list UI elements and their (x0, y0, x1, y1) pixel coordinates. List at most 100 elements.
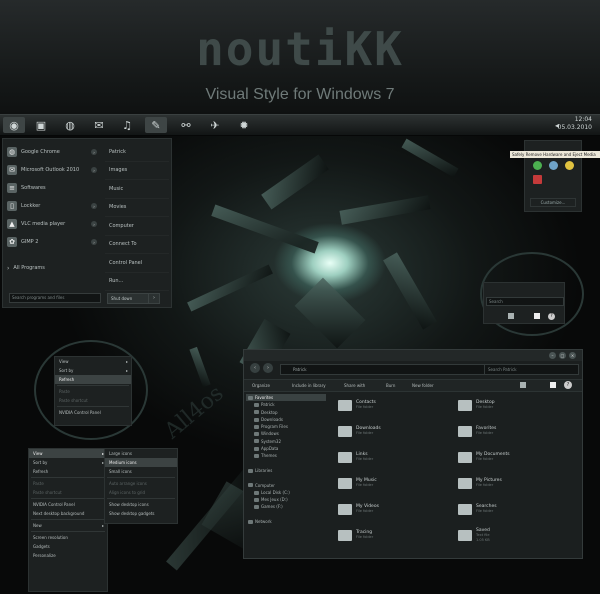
menu-item-new[interactable]: New ▸ (29, 521, 107, 530)
gear-icon[interactable]: ✹ (233, 117, 255, 133)
submenu-item[interactable]: Show desktop gadgets (105, 509, 177, 518)
file-item[interactable]: My Videos File folder (338, 502, 448, 516)
minimize-button[interactable]: – (549, 352, 556, 359)
nav-item[interactable]: AppData (246, 445, 326, 452)
help-icon[interactable]: ? (548, 313, 555, 320)
all-programs[interactable]: › All Programs (3, 259, 99, 277)
place-item[interactable]: Music (105, 180, 169, 199)
menu-item-view[interactable]: View ▸ (55, 357, 131, 366)
start-search-input[interactable]: Search programs and files (9, 293, 101, 303)
file-item[interactable]: Tracing File folder (338, 528, 448, 542)
help-icon[interactable]: ? (564, 381, 572, 389)
preview-pane-icon[interactable] (534, 313, 540, 319)
menu-item-screen-resolution[interactable]: Screen resolution (29, 533, 107, 542)
nav-item[interactable]: Libraries (246, 467, 326, 474)
view-icon[interactable] (508, 313, 514, 319)
nav-item[interactable]: Program Files (246, 423, 326, 430)
tray-app-icon[interactable] (565, 161, 574, 170)
view-icon[interactable] (520, 382, 526, 388)
chevron-right-icon[interactable]: › (91, 203, 97, 209)
tray-customize-link[interactable]: Customize... (530, 198, 576, 207)
menu-item-sort-by[interactable]: Sort by ▸ (55, 366, 131, 375)
chevron-right-icon[interactable]: › (91, 149, 97, 155)
place-item[interactable]: Run... (105, 273, 169, 291)
submenu-item[interactable]: Auto arrange icons (105, 479, 177, 488)
menu-item-refresh[interactable]: Refresh (29, 467, 107, 476)
nav-item[interactable]: Patrick (246, 401, 326, 408)
address-bar[interactable]: Patrick (280, 364, 490, 375)
mail-icon[interactable]: ✉ (88, 117, 110, 133)
shutdown-button[interactable]: Shut down (107, 293, 150, 304)
chevron-right-icon[interactable]: › (91, 221, 97, 227)
new-folder-button[interactable]: New folder (412, 380, 434, 391)
nav-item[interactable]: Downloads (246, 416, 326, 423)
place-item[interactable]: Control Panel (105, 254, 169, 273)
place-item[interactable]: Computer (105, 217, 169, 236)
file-item[interactable]: Saved Text file 1.05 KB (458, 528, 568, 542)
network-icon[interactable]: ⚯ (175, 117, 197, 133)
clock[interactable]: 12:04 05.03.2010 (558, 116, 592, 132)
program-item[interactable]: ✉ Microsoft Outlook 2010 › (3, 161, 99, 179)
chrome-icon[interactable]: ◍ (59, 117, 81, 133)
submenu-item[interactable]: Show desktop icons (105, 500, 177, 509)
program-item[interactable]: ✿ GIMP 2 › (3, 233, 99, 251)
program-item[interactable]: ▲ VLC media player › (3, 215, 99, 233)
menu-item-paste-shortcut[interactable]: Paste shortcut (55, 396, 131, 405)
nav-item[interactable]: Games (F:) (246, 503, 326, 510)
back-button[interactable]: ‹ (250, 363, 260, 373)
place-item[interactable]: Patrick (105, 143, 169, 162)
share-with-button[interactable]: Share with (344, 380, 365, 391)
folder-icon[interactable]: ▣ (30, 117, 52, 133)
include-library-button[interactable]: Include in library (292, 380, 326, 391)
submenu-item[interactable]: Small icons (105, 467, 177, 476)
menu-item-paste-shortcut[interactable]: Paste shortcut (29, 488, 107, 497)
submenu-item[interactable]: Align icons to grid (105, 488, 177, 497)
organize-button[interactable]: Organize (252, 380, 270, 391)
menu-item-nvidia[interactable]: NVIDIA Control Panel (55, 408, 131, 417)
music-icon[interactable]: ♫ (116, 117, 138, 133)
file-item[interactable]: Links File folder (338, 450, 448, 464)
nav-item[interactable]: Local Disk (C:) (246, 489, 326, 496)
menu-item-gadgets[interactable]: Gadgets (29, 542, 107, 551)
tray-app-icon[interactable] (549, 161, 558, 170)
submenu-item[interactable]: Medium icons (105, 458, 177, 467)
file-item[interactable]: Contacts File folder (338, 398, 448, 412)
nav-item[interactable]: Computer (246, 482, 326, 489)
search-input[interactable]: Search Patrick (484, 364, 579, 375)
submenu-item[interactable]: Large icons (105, 449, 177, 458)
nav-item[interactable]: System32 (246, 438, 326, 445)
program-item[interactable]: ◍ Google Chrome › (3, 143, 99, 161)
menu-item-sort-by[interactable]: Sort by ▸ (29, 458, 107, 467)
file-item[interactable]: My Documents File folder (458, 450, 568, 464)
tray-app-icon[interactable] (533, 161, 542, 170)
nav-item[interactable]: Favorites (246, 394, 326, 402)
menu-item-view[interactable]: View ▸ (29, 449, 107, 458)
start-orb-icon[interactable]: ◉ (3, 117, 25, 133)
file-item[interactable]: Favorites File folder (458, 424, 568, 438)
wrench-icon[interactable]: ✈ (204, 117, 226, 133)
nav-item[interactable]: Network (246, 518, 326, 525)
menu-item-nvidia[interactable]: NVIDIA Control Panel (29, 500, 107, 509)
tray-app-icon[interactable] (533, 175, 542, 184)
place-item[interactable]: Images (105, 162, 169, 180)
nav-item[interactable]: Windows (246, 430, 326, 437)
file-item[interactable]: Downloads File folder (338, 424, 448, 438)
close-button[interactable]: × (569, 352, 576, 359)
file-item[interactable]: Desktop File folder (458, 398, 568, 412)
forward-button[interactable]: › (263, 363, 273, 373)
burn-button[interactable]: Burn (386, 380, 395, 391)
place-item[interactable]: Movies (105, 199, 169, 217)
file-item[interactable]: My Pictures File folder (458, 476, 568, 490)
nav-item[interactable]: Themes (246, 452, 326, 459)
program-item[interactable]: ▯ Lockker › (3, 197, 99, 215)
file-item[interactable]: My Music File folder (338, 476, 448, 490)
shutdown-options-button[interactable]: › (148, 293, 160, 304)
file-item[interactable]: Searches File folder (458, 502, 568, 516)
menu-item-paste[interactable]: Paste (55, 387, 131, 396)
preview-pane-icon[interactable] (550, 382, 556, 388)
feather-icon[interactable]: ✎ (145, 117, 167, 133)
menu-item-personalize[interactable]: Personalize (29, 551, 107, 560)
chevron-right-icon[interactable]: › (91, 167, 97, 173)
chevron-right-icon[interactable]: › (91, 239, 97, 245)
search-input[interactable]: Search (486, 297, 564, 306)
